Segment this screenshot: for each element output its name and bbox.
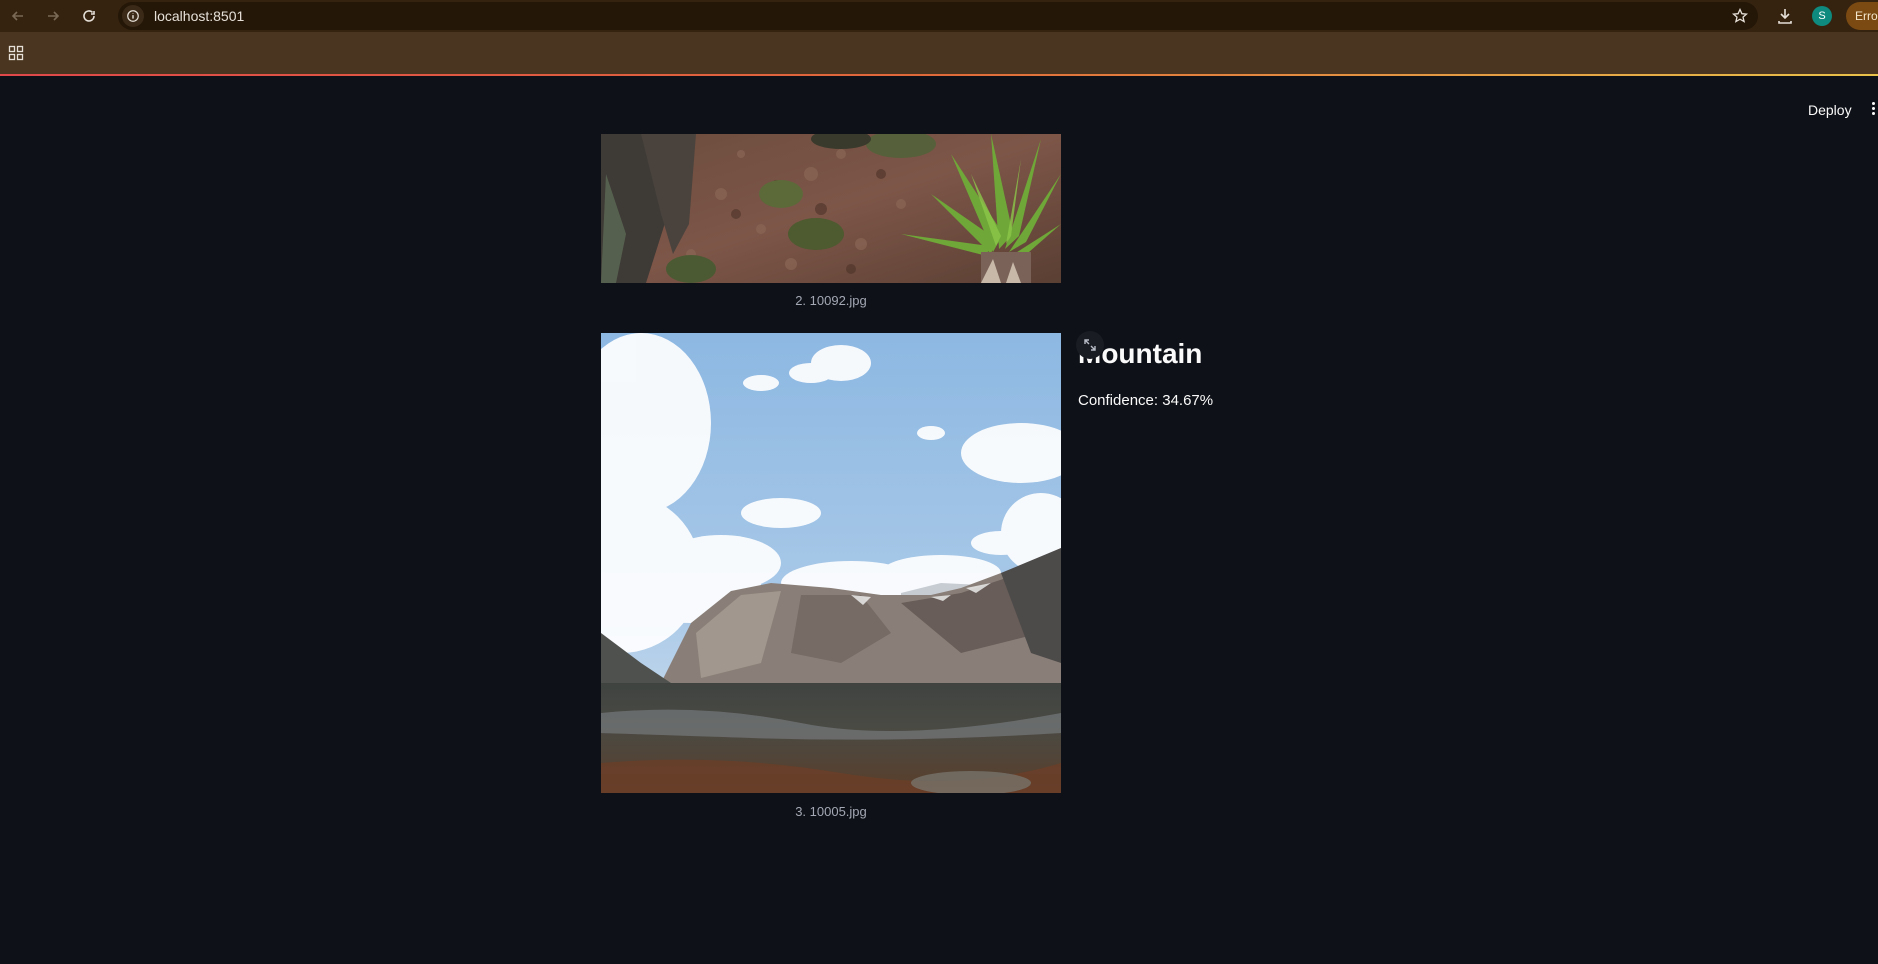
- main-menu-icon[interactable]: [1872, 102, 1878, 118]
- download-icon[interactable]: [1775, 6, 1795, 26]
- result-image-10005: [601, 333, 1061, 793]
- arrow-right-icon: [48, 11, 60, 21]
- deploy-button[interactable]: Deploy: [1800, 98, 1860, 122]
- bookmark-star-icon[interactable]: [1732, 8, 1748, 24]
- info-icon: [127, 10, 139, 22]
- confidence-text: Confidence: 34.67%: [1078, 392, 1214, 409]
- image-caption: 3. 10005.jpg: [795, 804, 867, 819]
- back-button[interactable]: [6, 4, 30, 28]
- arrow-left-icon: [11, 11, 23, 21]
- address-bar[interactable]: localhost:8501: [118, 2, 1758, 30]
- fullscreen-button[interactable]: [1076, 331, 1104, 359]
- error-chip[interactable]: Erro: [1846, 2, 1878, 30]
- app-loading-bar: [0, 74, 1878, 76]
- apps-grid-icon[interactable]: [8, 45, 24, 61]
- expand-icon: [1084, 339, 1096, 351]
- url-text: localhost:8501: [154, 8, 245, 24]
- forward-button[interactable]: [41, 4, 65, 28]
- image-caption: 2. 10092.jpg: [795, 293, 867, 308]
- bookmarks-bar: [0, 32, 1878, 74]
- result-image-10092: [601, 134, 1061, 283]
- reload-button[interactable]: [77, 4, 101, 28]
- site-info-button[interactable]: [122, 5, 144, 27]
- reload-icon: [83, 10, 95, 22]
- profile-avatar[interactable]: S: [1812, 6, 1832, 26]
